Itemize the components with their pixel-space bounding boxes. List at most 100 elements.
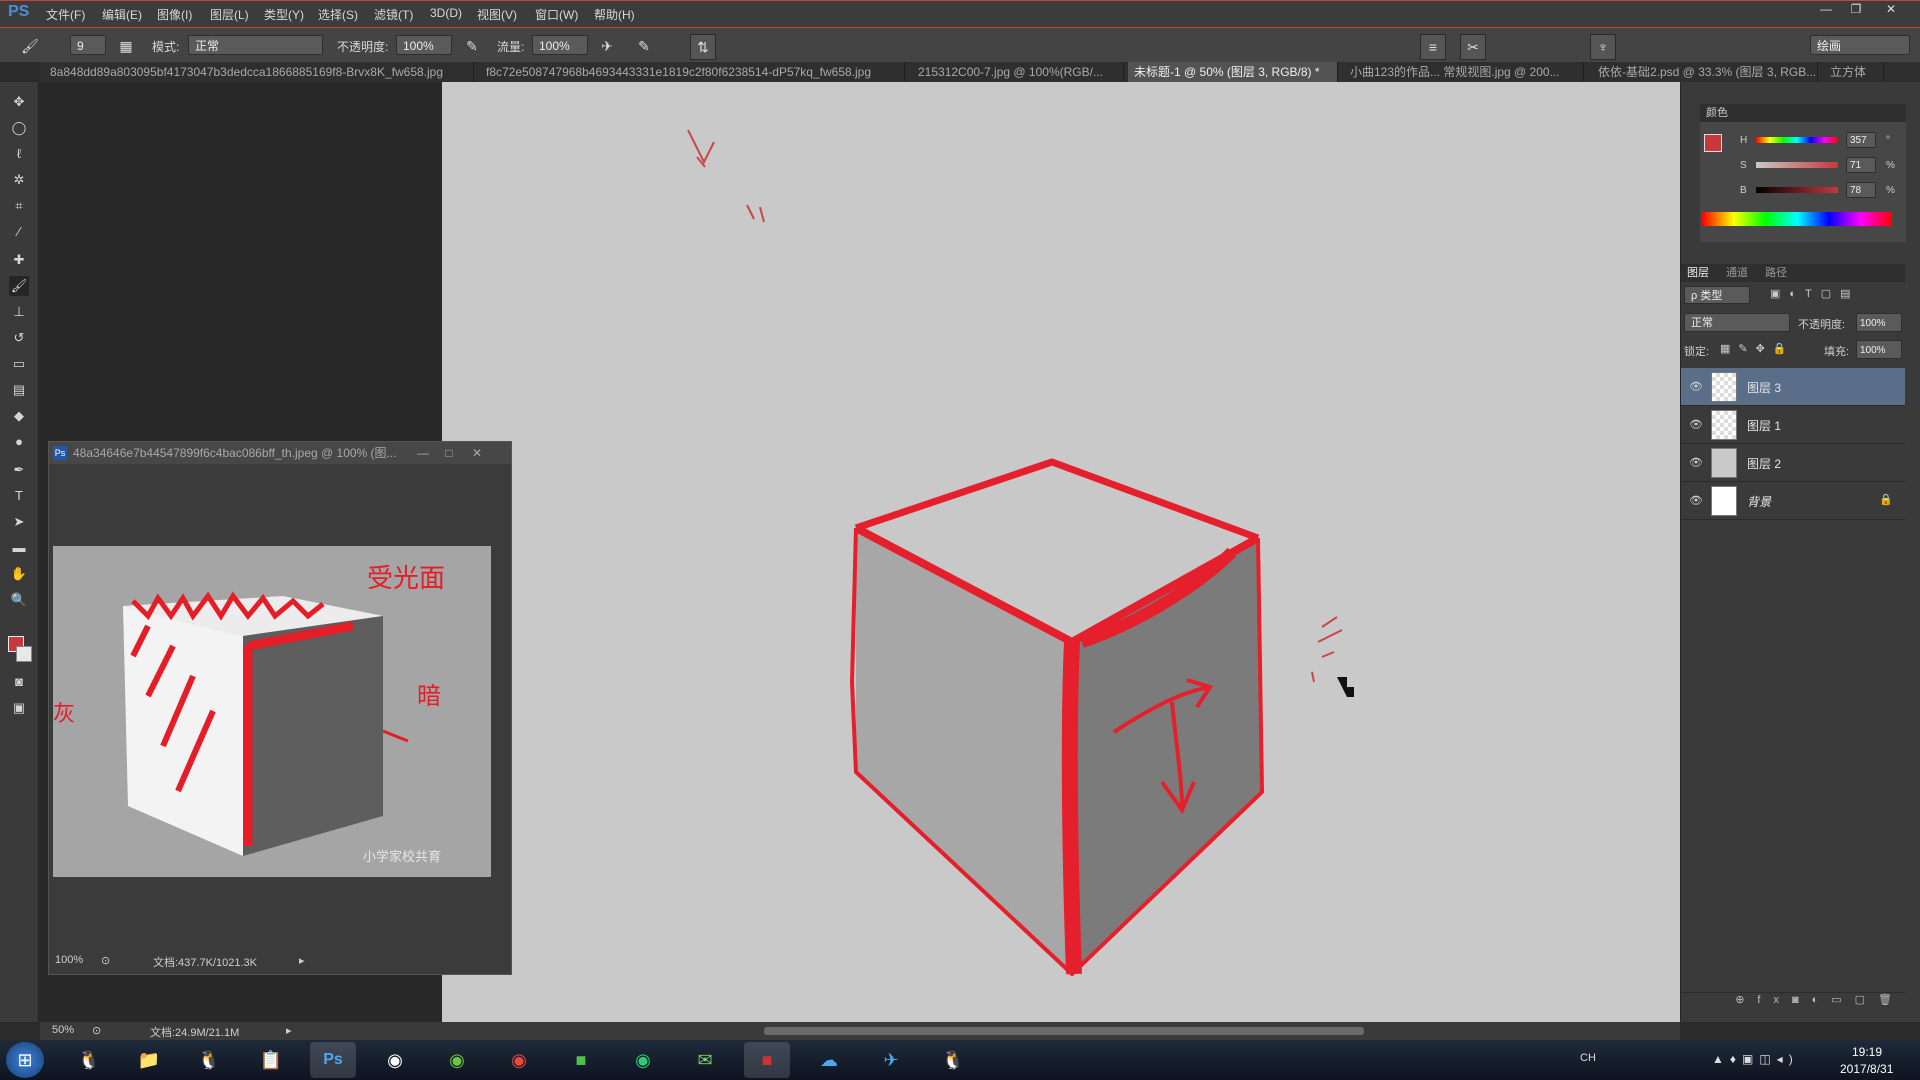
color-spectrum-ramp[interactable]	[1702, 212, 1892, 226]
airbrush-icon[interactable]: ✈	[595, 34, 619, 58]
tab-document-2[interactable]: f8c72e508747968b4693443331e1819c2f80f623…	[480, 62, 905, 82]
document-zoom[interactable]: 50%	[52, 1024, 74, 1036]
layer-filter-select[interactable]: ρ 类型	[1684, 286, 1750, 304]
notes-taskbar-icon[interactable]: 📋	[248, 1042, 294, 1078]
zoom-tool-icon[interactable]: 🔍	[9, 590, 29, 610]
crop-tool-icon[interactable]: ⌗	[9, 196, 29, 216]
tab-document-6[interactable]: 依依-基础2.psd @ 33.3% (图层 3, RGB...	[1592, 62, 1818, 82]
drawing-canvas[interactable]	[442, 82, 1680, 1022]
healing-brush-tool-icon[interactable]: ✚	[9, 250, 29, 270]
history-brush-tool-icon[interactable]: ↺	[9, 328, 29, 348]
flow-field[interactable]: 100%	[532, 35, 588, 55]
brush-tool-preset-icon[interactable]: 🖌	[18, 34, 42, 58]
visibility-eye-icon[interactable]: 👁	[1689, 456, 1703, 470]
brush-size-picker[interactable]: 9	[70, 35, 106, 55]
reference-minimize-button[interactable]: —	[413, 442, 433, 464]
menu-edit[interactable]: 编辑(E)	[102, 6, 142, 23]
layer-name[interactable]: 图层 2	[1747, 455, 1781, 472]
background-color-swatch[interactable]	[16, 646, 32, 662]
eraser-tool-icon[interactable]: ▭	[9, 354, 29, 374]
menu-window[interactable]: 窗口(W)	[535, 6, 578, 23]
system-tray-icons[interactable]: ▲♦▣◫◂)	[1712, 1052, 1799, 1066]
close-button[interactable]: ✕	[1880, 2, 1902, 20]
lasso-tool-icon[interactable]: ℓ	[9, 144, 29, 164]
layer-filter-icons[interactable]: ▣◐T▢▤	[1770, 287, 1900, 303]
layer-name[interactable]: 背景	[1747, 493, 1771, 510]
blend-mode-select[interactable]: 正常	[1684, 313, 1790, 332]
magic-wand-tool-icon[interactable]: ✲	[9, 170, 29, 190]
layers-panel-footer-icons[interactable]: ⊕fx◙◐▭▢🗑	[1681, 992, 1905, 1013]
menu-help[interactable]: 帮助(H)	[594, 6, 635, 23]
qq-taskbar-icon[interactable]: 🐧	[66, 1042, 112, 1078]
pressure-size-icon[interactable]: ✎	[632, 34, 656, 58]
tab-document-active[interactable]: 未标题-1 @ 50% (图层 3, RGB/8) *	[1128, 62, 1338, 82]
tab-paths[interactable]: 路径	[1751, 267, 1787, 279]
b-value[interactable]: 78	[1846, 182, 1876, 198]
mode-select[interactable]: 正常	[188, 35, 323, 55]
reference-status-arrow-icon[interactable]: ▸	[299, 954, 305, 967]
tab-document-3[interactable]: 215312C00-7.jpg @ 100%(RGB/...	[912, 62, 1124, 82]
menu-type[interactable]: 类型(Y)	[264, 6, 304, 23]
reference-maximize-button[interactable]: □	[439, 442, 459, 464]
horizontal-scrollbar[interactable]	[764, 1027, 1364, 1035]
document-status-arrow-icon[interactable]: ▸	[286, 1024, 292, 1037]
visibility-eye-icon[interactable]: 👁	[1689, 494, 1703, 508]
quick-mask-icon[interactable]: ◙	[9, 672, 29, 692]
rectangle-tool-icon[interactable]: ▬	[9, 538, 29, 558]
fill-field[interactable]: 100%	[1856, 340, 1902, 359]
cloud-drive-taskbar-icon[interactable]: ☁	[806, 1042, 852, 1078]
input-language-indicator[interactable]: CH	[1580, 1052, 1596, 1064]
dodge-tool-icon[interactable]: ●	[9, 432, 29, 452]
hand-tool-icon[interactable]: ✋	[9, 564, 29, 584]
qq-alt-taskbar-icon[interactable]: 🐧	[186, 1042, 232, 1078]
menu-file[interactable]: 文件(F)	[46, 6, 85, 23]
layer-row-layer-2[interactable]: 👁 图层 2	[1681, 444, 1905, 482]
minimize-button[interactable]: —	[1815, 2, 1837, 20]
brush-panel-toggle-icon[interactable]: ▦	[114, 34, 138, 58]
layer-row-background[interactable]: 👁 背景 🔒	[1681, 482, 1905, 520]
pressure-opacity-icon[interactable]: ✎	[460, 34, 484, 58]
menu-layer[interactable]: 图层(L)	[210, 6, 249, 23]
tool-presets-icon[interactable]: ✂	[1460, 34, 1486, 60]
h-slider[interactable]	[1756, 137, 1838, 143]
wechat-taskbar-icon[interactable]: ✉	[682, 1042, 728, 1078]
adjust-panel-icon[interactable]: ≡	[1420, 34, 1446, 60]
clock-time[interactable]: 19:19	[1852, 1045, 1882, 1059]
eyedropper-tool-icon[interactable]: ⁄	[9, 222, 29, 242]
restore-button[interactable]: ❐	[1845, 2, 1867, 20]
reference-image-window[interactable]: Ps 48a34646e7b44547899f6c4bac086bff_th.j…	[48, 441, 512, 975]
menu-filter[interactable]: 滤镜(T)	[374, 6, 413, 23]
h-value[interactable]: 357	[1846, 132, 1876, 148]
menu-3d[interactable]: 3D(D)	[430, 6, 462, 20]
gradient-tool-icon[interactable]: ▤	[9, 380, 29, 400]
clock-date[interactable]: 2017/8/31	[1840, 1062, 1893, 1076]
b-slider[interactable]	[1756, 187, 1838, 193]
layer-name[interactable]: 图层 1	[1747, 417, 1781, 434]
green-circle-taskbar-icon[interactable]: ◉	[620, 1042, 666, 1078]
brush-tool-icon[interactable]: 🖌	[9, 276, 29, 296]
start-button[interactable]: ⊞	[6, 1042, 44, 1078]
lock-icons[interactable]: ▦✎✥🔒	[1720, 342, 1800, 356]
menu-view[interactable]: 视图(V)	[477, 6, 517, 23]
path-selection-tool-icon[interactable]: ➤	[9, 512, 29, 532]
marquee-tool-icon[interactable]: ◯	[9, 118, 29, 138]
green-app-taskbar-icon[interactable]: ◉	[434, 1042, 480, 1078]
photoshop-taskbar-icon[interactable]: Ps	[310, 1042, 356, 1078]
workspace-select[interactable]: 绘画	[1810, 35, 1910, 55]
visibility-eye-icon[interactable]: 👁	[1689, 418, 1703, 432]
messenger-taskbar-icon[interactable]: ✈	[868, 1042, 914, 1078]
layer-opacity-field[interactable]: 100%	[1856, 313, 1902, 332]
opacity-field[interactable]: 100%	[396, 35, 452, 55]
pen-tool-icon[interactable]: ✒	[9, 460, 29, 480]
visibility-eye-icon[interactable]: 👁	[1689, 380, 1703, 394]
s-value[interactable]: 71	[1846, 157, 1876, 173]
screen-mode-icon[interactable]: ▣	[9, 698, 29, 718]
media-taskbar-icon[interactable]: ■	[744, 1042, 790, 1078]
reference-window-titlebar[interactable]: Ps 48a34646e7b44547899f6c4bac086bff_th.j…	[49, 442, 511, 464]
menu-select[interactable]: 选择(S)	[318, 6, 358, 23]
netease-music-taskbar-icon[interactable]: ◉	[496, 1042, 542, 1078]
layer-name[interactable]: 图层 3	[1747, 379, 1781, 396]
layer-row-layer-1[interactable]: 👁 图层 1	[1681, 406, 1905, 444]
floating-panel-icon[interactable]: ⇅	[690, 34, 716, 60]
qq-penguin-taskbar-icon[interactable]: 🐧	[930, 1042, 976, 1078]
